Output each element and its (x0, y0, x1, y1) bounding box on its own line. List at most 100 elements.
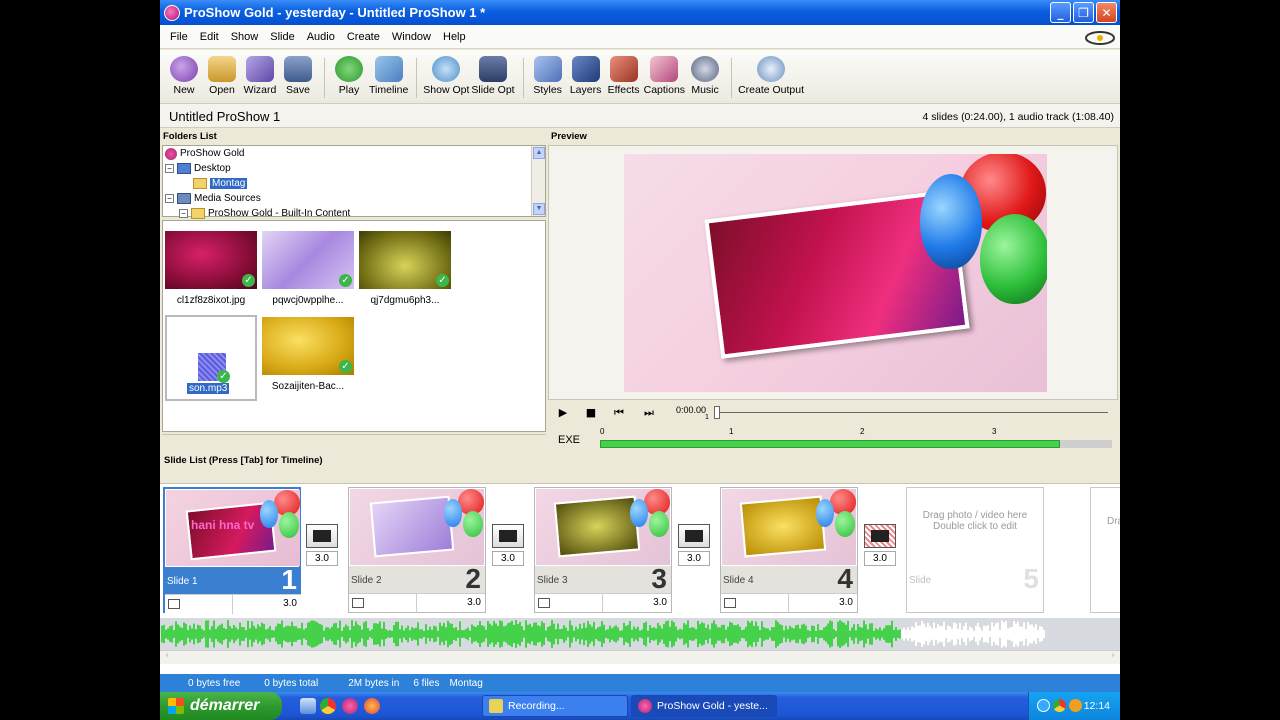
slide-thumbnail (536, 489, 670, 565)
transition[interactable]: 3.0 (492, 524, 526, 566)
minimize-button[interactable]: _ (1050, 2, 1071, 23)
audio-track[interactable] (160, 618, 1120, 650)
styles-button[interactable]: Styles (530, 56, 566, 96)
image-thumbnail: ✓ (262, 317, 354, 375)
shield-icon[interactable] (1069, 699, 1082, 712)
stop-icon[interactable]: ■ (580, 404, 602, 422)
restore-button[interactable]: ❐ (1073, 2, 1094, 23)
transition[interactable]: 3.0 (306, 524, 340, 566)
menu-help[interactable]: Help (437, 31, 472, 43)
tree-item-desktop[interactable]: − Desktop (165, 161, 231, 176)
empty-slide[interactable]: Drag photo / video here Double click to … (906, 487, 1044, 613)
exe-timeline: EXE 0 1 2 3 (550, 426, 1118, 450)
transition-duration[interactable]: 3.0 (678, 551, 710, 566)
status-bar: 0 bytes free 0 bytes total 2M bytes in 6… (160, 674, 1120, 692)
tree-item-media-sources[interactable]: − Media Sources (165, 191, 261, 206)
menu-edit[interactable]: Edit (194, 31, 225, 43)
menu-show[interactable]: Show (225, 31, 265, 43)
network-icon[interactable] (1037, 699, 1050, 712)
transition-icon[interactable] (306, 524, 338, 548)
tree-item-built-in-content[interactable]: − ProShow Gold - Built-In Content (179, 206, 350, 221)
balloon-blue (260, 500, 278, 528)
menu-window[interactable]: Window (386, 31, 437, 43)
collapse-icon[interactable]: − (165, 164, 174, 173)
folders-tree[interactable]: ProShow Gold − Desktop Montag − Media So… (162, 145, 546, 219)
slide-thumbnail (722, 489, 856, 565)
tree-item-proshow-gold[interactable]: ProShow Gold (165, 146, 244, 161)
slide-duration[interactable]: 3.0 (467, 597, 481, 608)
previous-icon[interactable]: ⏮ (608, 404, 630, 422)
slide-item[interactable]: Slide 22 3.0 (348, 487, 486, 613)
wizard-button[interactable]: Wizard (242, 56, 278, 96)
file-thumb[interactable]: ✓ cl1zf8z8ixot.jpg (165, 231, 257, 306)
collapse-icon[interactable]: − (165, 194, 174, 203)
close-button[interactable]: ✕ (1096, 2, 1117, 23)
empty-slide-partial[interactable]: Dra (1090, 487, 1120, 613)
chrome-tray-icon[interactable] (1053, 699, 1066, 712)
scroll-right-icon[interactable]: › (1107, 652, 1119, 663)
slide-name-bar: Slide 33 (535, 563, 671, 594)
taskbar-item-proshow[interactable]: ProShow Gold - yeste... (631, 695, 777, 717)
collapse-icon[interactable]: − (179, 209, 188, 218)
transition[interactable]: 3.0 (678, 524, 712, 566)
menu-audio[interactable]: Audio (301, 31, 341, 43)
scroll-left-icon[interactable]: ‹ (161, 652, 173, 663)
next-icon[interactable]: ⏭ (638, 404, 660, 422)
slide-duration[interactable]: 3.0 (839, 597, 853, 608)
project-title: Untitled ProShow 1 (169, 109, 281, 124)
effects-button[interactable]: Effects (606, 56, 642, 96)
timeline-button[interactable]: Timeline (369, 56, 408, 96)
play-button[interactable]: Play (331, 56, 367, 96)
new-button[interactable]: New (166, 56, 202, 96)
save-button[interactable]: Save (280, 56, 316, 96)
title-bar[interactable]: ProShow Gold - yesterday - Untitled ProS… (160, 0, 1120, 25)
captions-button[interactable]: Captions (644, 56, 685, 96)
file-thumb[interactable]: ✓ qj7dgmu6ph3... (359, 231, 451, 306)
ruler-tick: 0 (600, 427, 605, 436)
start-button[interactable]: démarrer (160, 692, 282, 720)
scroll-down-icon[interactable]: ▼ (533, 203, 545, 215)
menu-slide[interactable]: Slide (264, 31, 300, 43)
scrub-track[interactable] (718, 412, 1108, 413)
menu-file[interactable]: File (164, 31, 194, 43)
scrub-handle[interactable] (714, 406, 720, 419)
recording-icon (489, 699, 503, 713)
slide-list-scrollbar[interactable]: ‹ › (160, 650, 1120, 664)
folders-scrollbar[interactable]: ▲ ▼ (531, 146, 545, 216)
slide-item[interactable]: hani hna tv Slide 11 3.0 (163, 487, 301, 614)
balloon-blue (920, 174, 982, 269)
scroll-up-icon[interactable]: ▲ (533, 147, 545, 159)
show-opt-button[interactable]: Show Opt (423, 56, 469, 96)
slide-opt-button[interactable]: Slide Opt (471, 56, 515, 96)
timeline-ruler[interactable] (600, 440, 1060, 448)
file-thumb-selected[interactable]: ✓ son.mp3 (165, 315, 257, 401)
tree-item-montag[interactable]: Montag (193, 176, 248, 191)
slide-item[interactable]: Slide 33 3.0 (534, 487, 672, 613)
slide-duration[interactable]: 3.0 (283, 598, 297, 609)
firefox-icon[interactable] (364, 698, 380, 714)
slide-duration[interactable]: 3.0 (653, 597, 667, 608)
slide-item[interactable]: Slide 44 3.0 (720, 487, 858, 613)
show-desktop-icon[interactable] (300, 698, 316, 714)
play-icon[interactable]: ▶ (552, 404, 574, 422)
preview-controls: ▶ ■ ⏮ ⏭ 0:00.00 1 (548, 400, 1118, 426)
transition-duration[interactable]: 3.0 (864, 551, 896, 566)
proshow-quicklaunch-icon[interactable] (342, 698, 358, 714)
transition-icon[interactable] (678, 524, 710, 548)
transition-duration[interactable]: 3.0 (492, 551, 524, 566)
menu-create[interactable]: Create (341, 31, 386, 43)
music-button[interactable]: Music (687, 56, 723, 96)
open-button[interactable]: Open (204, 56, 240, 96)
chrome-icon[interactable] (320, 698, 336, 714)
transition[interactable]: 3.0 (864, 524, 898, 566)
clock: 12:14 (1083, 700, 1110, 712)
create-output-button[interactable]: Create Output (738, 56, 804, 96)
transition-icon[interactable] (864, 524, 896, 548)
layers-button[interactable]: Layers (568, 56, 604, 96)
transition-duration[interactable]: 3.0 (306, 551, 338, 566)
file-thumb[interactable]: ✓ pqwcj0wpplhe... (262, 231, 354, 306)
transition-icon[interactable] (492, 524, 524, 548)
taskbar-item-recording[interactable]: Recording... (482, 695, 628, 717)
file-thumb[interactable]: ✓ Sozaijiten-Bac... (262, 317, 354, 392)
slide-list-header: Slide List (Press [Tab] for Timeline) (160, 454, 1120, 468)
